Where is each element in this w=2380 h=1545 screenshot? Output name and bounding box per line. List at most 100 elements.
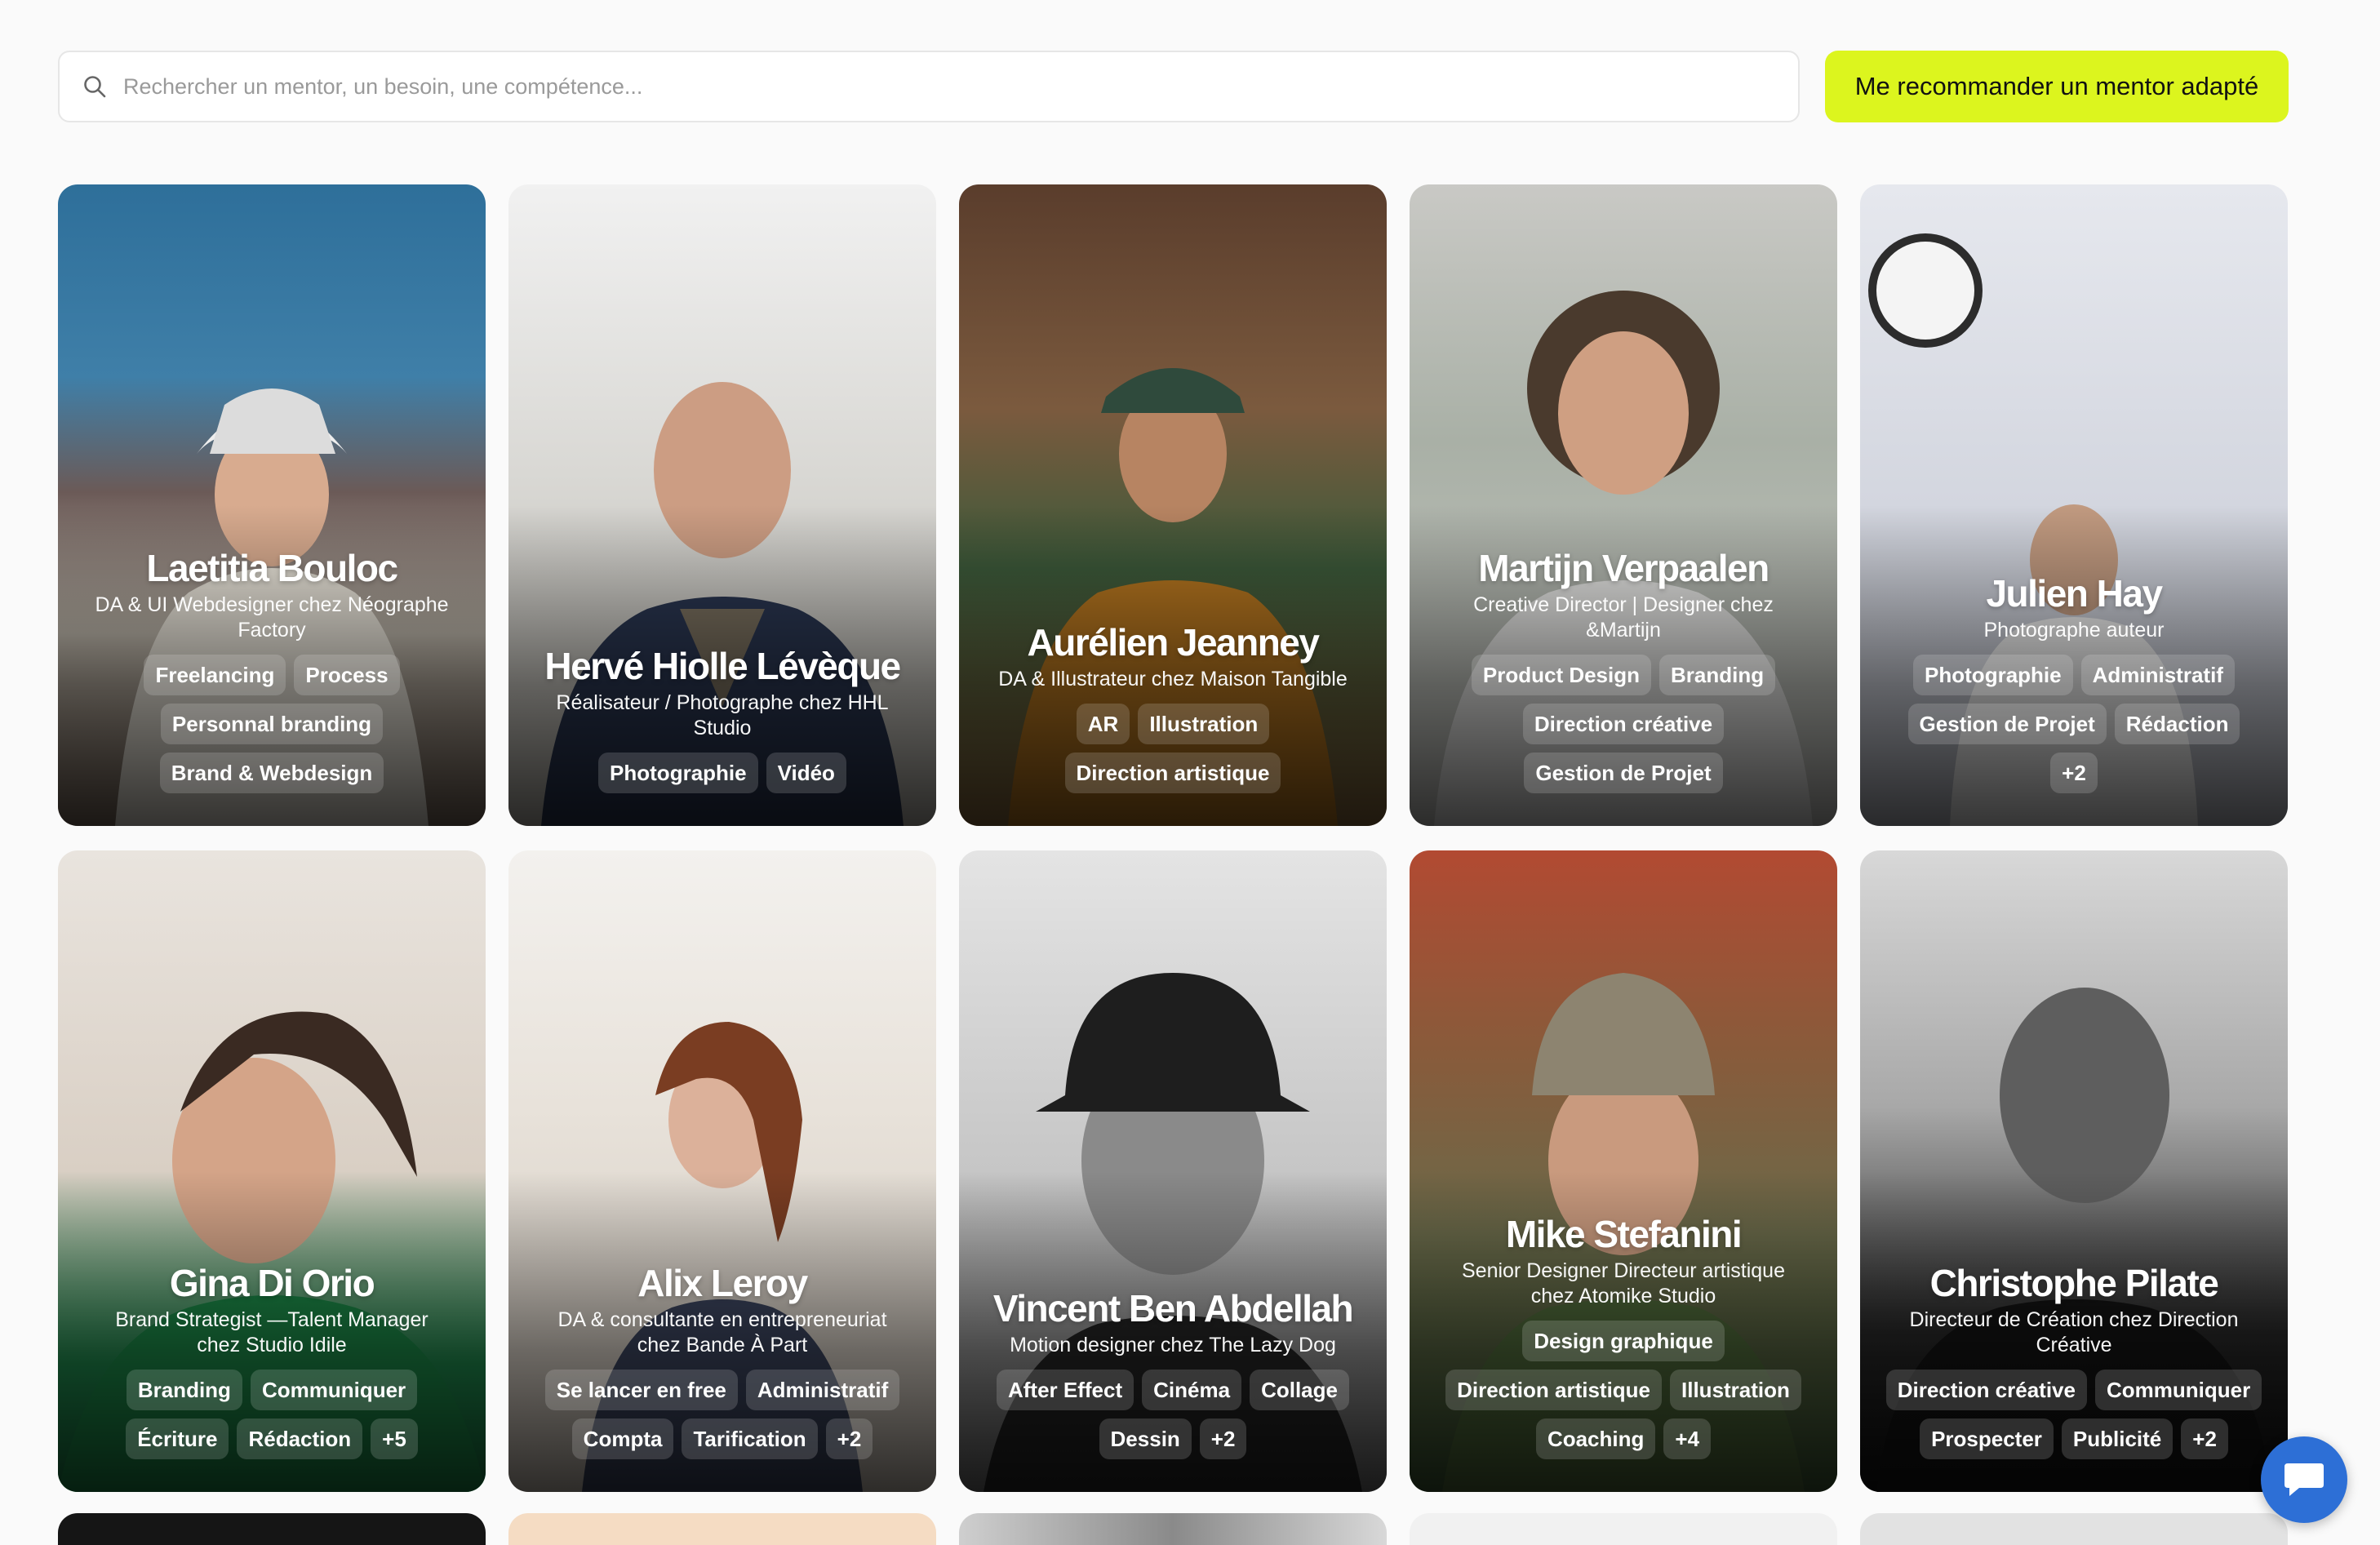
mentor-role: DA & UI Webdesigner chez Néographe Facto… bbox=[95, 593, 449, 642]
mentor-name: Hervé Hiolle Lévèque bbox=[544, 645, 901, 687]
skill-tag[interactable]: Gestion de Projet bbox=[1524, 753, 1723, 793]
mentor-card[interactable]: Hervé Hiolle Lévèque Réalisateur / Photo… bbox=[508, 184, 936, 826]
skill-tag[interactable]: Communiquer bbox=[250, 1370, 418, 1410]
mentor-card[interactable]: Gina Di Orio Brand Strategist —Talent Ma… bbox=[58, 850, 486, 1492]
search-bar[interactable] bbox=[58, 51, 1800, 122]
skill-tag[interactable]: Se lancer en free bbox=[544, 1370, 738, 1410]
skill-tag[interactable]: Dessin bbox=[1099, 1418, 1192, 1459]
skill-tag[interactable]: After Effect bbox=[997, 1370, 1134, 1410]
mentor-card-partial[interactable] bbox=[959, 1513, 1387, 1545]
mentor-tags: Photographie Vidéo bbox=[598, 753, 846, 801]
search-icon bbox=[81, 73, 109, 100]
skill-tag[interactable]: AR bbox=[1076, 704, 1130, 744]
skill-tag[interactable]: Prospecter bbox=[1920, 1418, 2054, 1459]
chat-icon bbox=[2283, 1458, 2325, 1502]
mentor-role: Motion designer chez The Lazy Dog bbox=[1010, 1334, 1336, 1356]
skill-tag[interactable]: Photographie bbox=[1913, 655, 2073, 695]
skill-tag[interactable]: Process bbox=[294, 655, 400, 695]
mentor-info: Mike Stefanini Senior Designer Directeur… bbox=[1410, 1213, 1837, 1467]
skill-tag[interactable]: Vidéo bbox=[766, 753, 846, 793]
skill-tag[interactable]: Gestion de Projet bbox=[1907, 704, 2107, 744]
skill-tag[interactable]: Illustration bbox=[1670, 1370, 1801, 1410]
skill-tag[interactable]: Collage bbox=[1250, 1370, 1349, 1410]
mentor-card[interactable]: Laetitia Bouloc DA & UI Webdesigner chez… bbox=[58, 184, 486, 826]
skill-tag[interactable]: Publicité bbox=[2061, 1418, 2174, 1459]
mentor-card[interactable]: Martijn Verpaalen Creative Director | De… bbox=[1410, 184, 1837, 826]
mentor-tags: Direction créative Communiquer Prospecte… bbox=[1882, 1370, 2266, 1467]
skill-tag[interactable]: Administratif bbox=[745, 1370, 900, 1410]
skill-tag[interactable]: Product Design bbox=[1471, 655, 1652, 695]
skill-tag[interactable]: Direction artistique bbox=[1064, 753, 1281, 793]
skill-tag[interactable]: Illustration bbox=[1138, 704, 1270, 744]
more-tags-count[interactable]: +5 bbox=[371, 1418, 418, 1459]
mentor-card[interactable]: Alix Leroy DA & consultante en entrepren… bbox=[508, 850, 936, 1492]
mentor-info: Christophe Pilate Directeur de Création … bbox=[1860, 1262, 2288, 1467]
mentor-tags: After Effect Cinéma Collage Dessin +2 bbox=[981, 1370, 1365, 1467]
skill-tag[interactable]: Tarification bbox=[682, 1418, 818, 1459]
skill-tag[interactable]: Brand & Webdesign bbox=[159, 753, 384, 793]
more-tags-count[interactable]: +2 bbox=[825, 1418, 873, 1459]
mentor-info: Laetitia Bouloc DA & UI Webdesigner chez… bbox=[58, 547, 486, 801]
skill-tag[interactable]: Communiquer bbox=[2094, 1370, 2262, 1410]
mentor-tags: Photographie Administratif Gestion de Pr… bbox=[1882, 655, 2266, 801]
mentor-tags: Branding Communiquer Écriture Rédaction … bbox=[80, 1370, 464, 1467]
mentor-name: Mike Stefanini bbox=[1505, 1213, 1743, 1255]
mentor-info: Julien Hay Photographe auteur Photograph… bbox=[1860, 572, 2288, 801]
mentor-tags: Design graphique Direction artistique Il… bbox=[1432, 1321, 1815, 1467]
skill-tag[interactable]: Écriture bbox=[126, 1418, 229, 1459]
mentor-tags: Product Design Branding Direction créati… bbox=[1432, 655, 1815, 801]
mentor-info: Alix Leroy DA & consultante en entrepren… bbox=[508, 1262, 936, 1467]
skill-tag[interactable]: Direction créative bbox=[1885, 1370, 2087, 1410]
skill-tag[interactable]: Personnal branding bbox=[160, 704, 384, 744]
mentor-role: DA & consultante en entrepreneuriat chez… bbox=[557, 1308, 887, 1356]
skill-tag[interactable]: Branding bbox=[1659, 655, 1776, 695]
mentor-info: Hervé Hiolle Lévèque Réalisateur / Photo… bbox=[508, 645, 936, 801]
mentor-name: Aurélien Jeanney bbox=[1027, 621, 1320, 664]
mentor-name: Martijn Verpaalen bbox=[1478, 547, 1769, 589]
skill-tag[interactable]: Freelancing bbox=[144, 655, 286, 695]
mentor-tags: Freelancing Process Personnal branding B… bbox=[80, 655, 464, 801]
chat-button[interactable] bbox=[2261, 1436, 2347, 1523]
skill-tag[interactable]: Compta bbox=[571, 1418, 674, 1459]
more-tags-count[interactable]: +2 bbox=[1199, 1418, 1247, 1459]
mentor-info: Vincent Ben Abdellah Motion designer che… bbox=[959, 1287, 1387, 1467]
mentor-name: Julien Hay bbox=[1986, 572, 2163, 615]
mentor-role: DA & Illustrateur chez Maison Tangible bbox=[998, 668, 1348, 690]
mentor-card[interactable]: Vincent Ben Abdellah Motion designer che… bbox=[959, 850, 1387, 1492]
skill-tag[interactable]: Direction artistique bbox=[1445, 1370, 1663, 1410]
mentor-info: Aurélien Jeanney DA & Illustrateur chez … bbox=[959, 621, 1387, 801]
search-input[interactable] bbox=[123, 73, 1756, 100]
mentor-card-partial[interactable] bbox=[58, 1513, 486, 1545]
mentor-name: Vincent Ben Abdellah bbox=[992, 1287, 1354, 1330]
mentor-info: Gina Di Orio Brand Strategist —Talent Ma… bbox=[58, 1262, 486, 1467]
skill-tag[interactable]: Direction créative bbox=[1522, 704, 1725, 744]
mentor-card-partial[interactable] bbox=[1410, 1513, 1837, 1545]
skill-tag[interactable]: Rédaction bbox=[237, 1418, 363, 1459]
mentor-role: Directeur de Création chez Direction Cré… bbox=[1909, 1308, 2239, 1356]
mentor-card[interactable]: Aurélien Jeanney DA & Illustrateur chez … bbox=[959, 184, 1387, 826]
skill-tag[interactable]: Administratif bbox=[2080, 655, 2235, 695]
mentor-name: Alix Leroy bbox=[637, 1262, 808, 1304]
more-tags-count[interactable]: +2 bbox=[2050, 753, 2098, 793]
mentor-name: Laetitia Bouloc bbox=[146, 547, 398, 589]
skill-tag[interactable]: Design graphique bbox=[1522, 1321, 1725, 1361]
skill-tag[interactable]: Rédaction bbox=[2114, 704, 2240, 744]
mentor-name: Gina Di Orio bbox=[169, 1262, 375, 1304]
mentor-card[interactable]: Christophe Pilate Directeur de Création … bbox=[1860, 850, 2288, 1492]
more-tags-count[interactable]: +2 bbox=[2181, 1418, 2228, 1459]
skill-tag[interactable]: Branding bbox=[126, 1370, 242, 1410]
recommend-mentor-button[interactable]: Me recommander un mentor adapté bbox=[1825, 51, 2289, 122]
mentor-card[interactable]: Mike Stefanini Senior Designer Directeur… bbox=[1410, 850, 1837, 1492]
skill-tag[interactable]: Photographie bbox=[598, 753, 758, 793]
mentor-card-partial[interactable] bbox=[508, 1513, 936, 1545]
mentor-name: Christophe Pilate bbox=[1929, 1262, 2219, 1304]
skill-tag[interactable]: Cinéma bbox=[1142, 1370, 1242, 1410]
skill-tag[interactable]: Coaching bbox=[1535, 1418, 1656, 1459]
more-tags-count[interactable]: +4 bbox=[1663, 1418, 1712, 1459]
mentor-role: Senior Designer Directeur artistique che… bbox=[1461, 1259, 1785, 1307]
mentor-tags: AR Illustration Direction artistique bbox=[981, 704, 1365, 801]
mentor-card-partial[interactable] bbox=[1860, 1513, 2288, 1545]
mentor-tags: Se lancer en free Administratif Compta T… bbox=[531, 1370, 914, 1467]
mentor-info: Martijn Verpaalen Creative Director | De… bbox=[1410, 547, 1837, 801]
mentor-card[interactable]: Julien Hay Photographe auteur Photograph… bbox=[1860, 184, 2288, 826]
